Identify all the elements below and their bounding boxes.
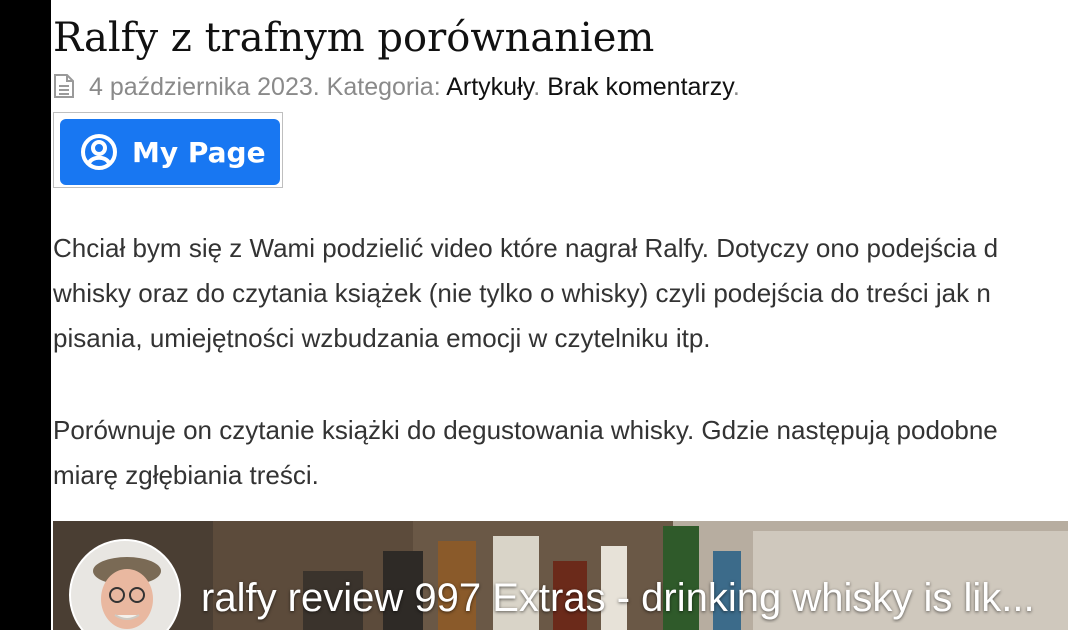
mypage-label: My Page	[132, 135, 266, 169]
paragraph-1-line-3: pisania, umiejętności wzbudzania emocji …	[53, 323, 711, 353]
paragraph-2-line-2: miarę zgłębiania treści.	[53, 460, 319, 490]
page: Ralfy z trafnym porównaniem 4 październi…	[0, 0, 1068, 630]
mypage-badge: My Page	[53, 112, 283, 188]
post-meta: 4 października 2023. Kategoria: Artykuły…	[53, 70, 740, 104]
paragraph-2: Porównuje on czytanie książki do degusto…	[53, 408, 998, 498]
video-title[interactable]: ralfy review 997 Extras - drinking whisk…	[201, 573, 1061, 623]
post-date: 4 października 2023.	[89, 73, 320, 101]
post-content: Ralfy z trafnym porównaniem 4 październi…	[53, 0, 1068, 630]
user-circle-icon	[80, 133, 118, 171]
video-embed[interactable]: ralfy review 997 Extras - drinking whisk…	[53, 521, 1068, 630]
comments-link[interactable]: Brak komentarzy	[547, 73, 733, 101]
paragraph-1: Chciał bym się z Wami podzielić video kt…	[53, 226, 998, 361]
paragraph-1-line-2: whisky oraz do czytania książek (nie tyl…	[53, 278, 991, 308]
paragraph-1-line-1: Chciał bym się z Wami podzielić video kt…	[53, 233, 999, 263]
category-prefix: Kategoria:	[326, 73, 441, 101]
document-icon	[53, 73, 75, 99]
mypage-button[interactable]: My Page	[60, 119, 280, 185]
paragraph-2-line-1: Porównuje on czytanie książki do degusto…	[53, 415, 998, 445]
post-title[interactable]: Ralfy z trafnym porównaniem	[53, 12, 654, 64]
category-link[interactable]: Artykuły	[446, 73, 533, 101]
left-black-bar	[0, 0, 51, 630]
